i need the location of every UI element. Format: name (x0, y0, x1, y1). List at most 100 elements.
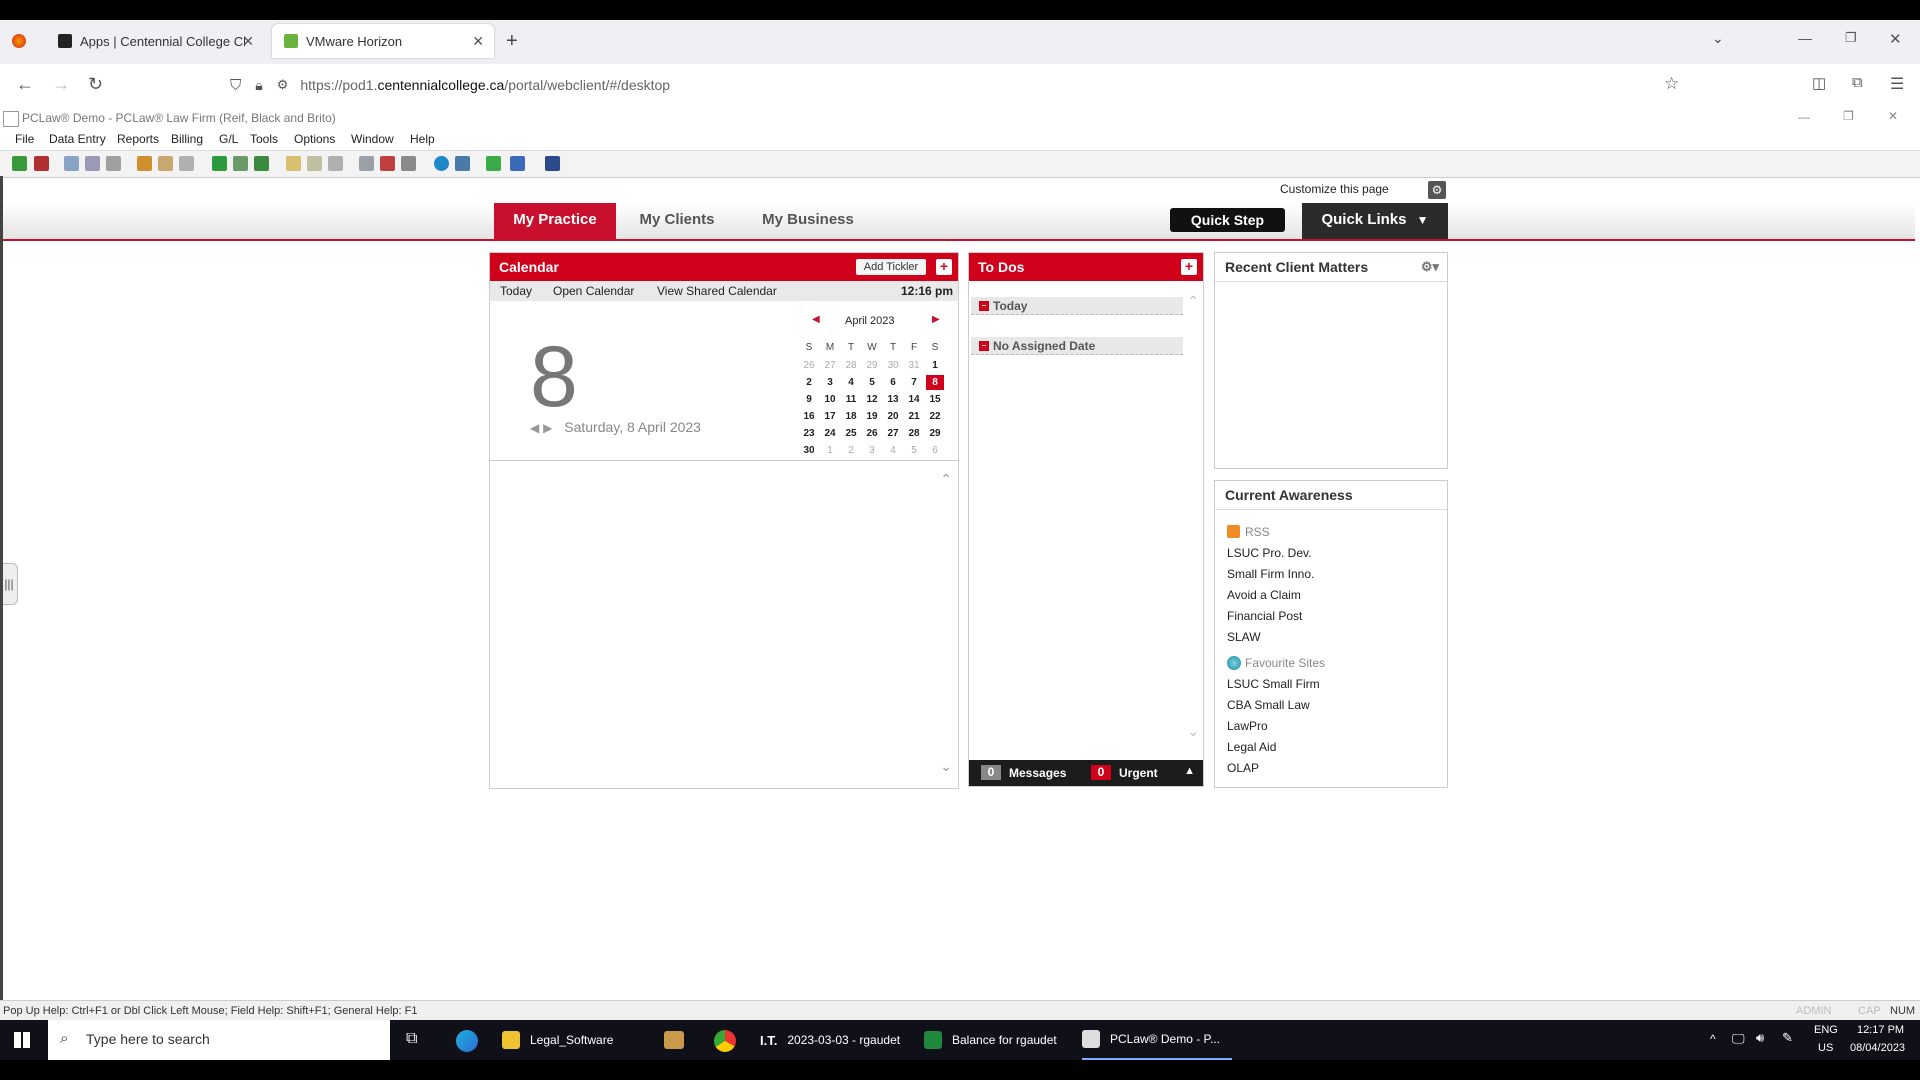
note-tool-icon[interactable] (286, 156, 301, 171)
calendar-day-cell[interactable]: 10 (821, 392, 839, 407)
calendar-day-cell[interactable]: 26 (863, 426, 881, 441)
calendar-day-cell[interactable]: 22 (926, 409, 944, 424)
docs-tool-icon[interactable] (179, 156, 194, 171)
rss-link[interactable]: Avoid a Claim (1227, 588, 1301, 602)
network-tool-icon[interactable] (545, 156, 560, 171)
menu-gl[interactable]: G/L (219, 132, 238, 146)
edit-tool-icon[interactable] (106, 156, 121, 171)
task-view-icon[interactable]: ⧉ (406, 1030, 417, 1048)
quick-step-button[interactable]: Quick Step (1170, 208, 1285, 232)
copy-tool-icon[interactable] (158, 156, 173, 171)
add-event-icon[interactable]: + (936, 259, 952, 275)
menu-tools[interactable]: Tools (250, 132, 278, 146)
tab-my-business[interactable]: My Business (738, 203, 878, 239)
calendar-day-cell[interactable]: 8 (926, 375, 944, 390)
new-matter-icon[interactable] (12, 156, 27, 171)
calendar-day-cell[interactable]: 16 (800, 409, 818, 424)
browser-tab-vmware[interactable]: VMware Horizon ✕ (272, 24, 494, 58)
input-region[interactable]: US (1818, 1042, 1833, 1054)
calendar-day-cell[interactable]: 7 (905, 375, 923, 390)
view-shared-calendar-button[interactable]: View Shared Calendar (657, 284, 777, 298)
calendar-day-cell[interactable]: 19 (863, 409, 881, 424)
add-tickler-button[interactable]: Add Tickler (856, 259, 926, 275)
gear-icon[interactable]: ⚙ (1428, 181, 1446, 199)
browser-tab-apps[interactable]: Apps | Centennial College Clas ✕ (46, 24, 264, 58)
app-restore-icon[interactable]: ❐ (1843, 109, 1854, 123)
chrome-icon[interactable] (714, 1030, 736, 1052)
prev-month-icon[interactable]: ◀ (812, 314, 820, 325)
close-tab-icon[interactable]: ✕ (472, 33, 484, 50)
add-todo-icon[interactable]: + (1181, 259, 1197, 275)
clock-date[interactable]: 08/04/2023 (1850, 1042, 1905, 1054)
hamburger-menu-icon[interactable]: ☰ (1890, 74, 1904, 94)
menu-reports[interactable]: Reports (117, 132, 159, 146)
calendar-day-cell[interactable]: 11 (842, 392, 860, 407)
calendar-day-cell[interactable]: 2 (800, 375, 818, 390)
calendar-day-cell[interactable]: 26 (800, 358, 818, 373)
pen-icon[interactable]: ✎ (1782, 1030, 1793, 1046)
cut-tool-icon[interactable] (380, 156, 395, 171)
tab-list-chevron-icon[interactable]: ⌄ (1712, 30, 1724, 47)
time-entry-icon[interactable] (64, 156, 79, 171)
restore-window-icon[interactable]: ❐ (1845, 30, 1857, 46)
app-minimize-icon[interactable]: — (1798, 110, 1810, 124)
urgent-link[interactable]: Urgent (1119, 766, 1158, 780)
print-tool-icon[interactable] (359, 156, 374, 171)
quick-links-button[interactable]: Quick Links ▼ (1302, 203, 1448, 239)
windows-start-icon[interactable] (14, 1032, 30, 1048)
app-close-icon[interactable]: ✕ (1888, 109, 1898, 123)
favourite-site-link[interactable]: Legal Aid (1227, 740, 1276, 754)
forward-arrow-icon[interactable]: → (52, 74, 70, 95)
calendar-day-cell[interactable]: 28 (842, 358, 860, 373)
favourite-site-link[interactable]: CBA Small Law (1227, 698, 1310, 712)
calendar-day-cell[interactable]: 2 (842, 443, 860, 458)
ledger-tool-icon[interactable] (233, 156, 248, 171)
menu-billing[interactable]: Billing (171, 132, 203, 146)
calendar-day-cell[interactable]: 5 (863, 375, 881, 390)
calendar-day-cell[interactable]: 31 (905, 358, 923, 373)
report-tool-icon[interactable] (307, 156, 322, 171)
trust-tool-icon[interactable] (254, 156, 269, 171)
add-tool-icon[interactable] (486, 156, 501, 171)
calendar-day-cell[interactable]: 6 (926, 443, 944, 458)
calendar-day-cell[interactable]: 21 (905, 409, 923, 424)
favourite-site-link[interactable]: LawPro (1227, 719, 1268, 733)
billing-tool-icon[interactable] (137, 156, 152, 171)
browser-menu-icon[interactable] (12, 34, 26, 48)
menu-data-entry[interactable]: Data Entry (49, 132, 106, 146)
calendar-day-cell[interactable]: 9 (800, 392, 818, 407)
calendar-day-cell[interactable]: 4 (884, 443, 902, 458)
calendar-day-cell[interactable]: 3 (863, 443, 881, 458)
calendar-day-cell[interactable]: 30 (800, 443, 818, 458)
calendar-tool-icon[interactable] (85, 156, 100, 171)
export-tool-icon[interactable] (401, 156, 416, 171)
back-arrow-icon[interactable]: ← (16, 74, 34, 95)
close-window-icon[interactable]: ✕ (1889, 30, 1902, 48)
tray-chevron-icon[interactable]: ^ (1710, 1032, 1716, 1046)
taskbar-item-pclaw[interactable]: PCLaw® Demo - P... (1082, 1020, 1232, 1060)
chevron-up-icon[interactable]: ▲ (1184, 765, 1195, 777)
next-month-icon[interactable]: ▶ (932, 314, 940, 325)
todo-group-no-date[interactable]: – No Assigned Date (971, 337, 1183, 355)
settings-gear-icon[interactable]: ⚙▾ (1421, 253, 1439, 281)
prev-day-icon[interactable]: ◀ (530, 421, 539, 435)
menu-help[interactable]: Help (410, 132, 435, 146)
calendar-day-cell[interactable]: 3 (821, 375, 839, 390)
next-day-icon[interactable]: ▶ (543, 421, 552, 435)
volume-icon[interactable]: 🔊︎ (1756, 1030, 1764, 1046)
calendar-day-cell[interactable]: 13 (884, 392, 902, 407)
calendar-day-cell[interactable]: 1 (821, 443, 839, 458)
calendar-day-cell[interactable]: 1 (926, 358, 944, 373)
messages-link[interactable]: Messages (1009, 766, 1066, 780)
edge-browser-icon[interactable] (456, 1030, 478, 1052)
calendar-day-cell[interactable]: 30 (884, 358, 902, 373)
menu-window[interactable]: Window (351, 132, 394, 146)
extensions-icon[interactable]: ⧉ (1852, 74, 1863, 91)
network-icon[interactable]: 🖵︎ (1732, 1031, 1745, 1047)
tab-my-clients[interactable]: My Clients (622, 203, 732, 239)
menu-options[interactable]: Options (294, 132, 335, 146)
whats-this-icon[interactable] (455, 156, 470, 171)
list-tool-icon[interactable] (328, 156, 343, 171)
close-tab-icon[interactable]: ✕ (242, 33, 254, 50)
calendar-day-cell[interactable]: 6 (884, 375, 902, 390)
